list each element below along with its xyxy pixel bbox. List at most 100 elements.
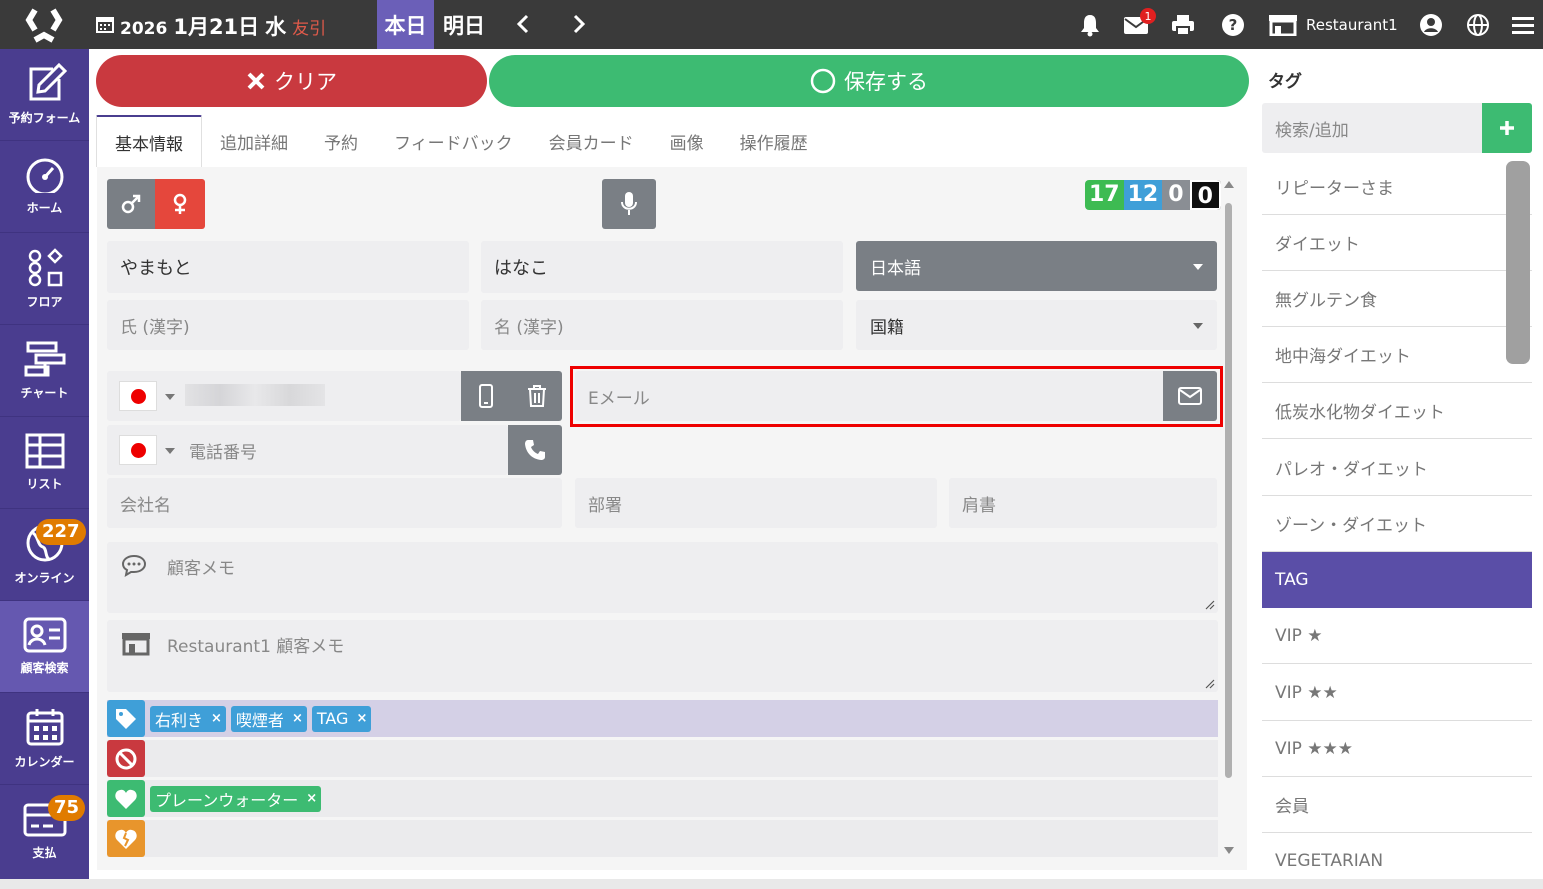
nav-chart[interactable]: チャート	[0, 325, 89, 417]
remove-tag-icon[interactable]: ×	[306, 791, 317, 806]
nav-label: カレンダー	[14, 755, 75, 769]
list-table-icon	[25, 433, 64, 469]
tag-list-item[interactable]: 低炭水化物ダイエット	[1262, 383, 1532, 439]
tab-basic-info[interactable]: 基本情報	[96, 115, 202, 167]
customer-memo-field[interactable]: 顧客メモ	[107, 542, 1218, 613]
date-display[interactable]: 2026 1月21日 水 友引	[120, 11, 326, 39]
user-icon[interactable]	[1416, 10, 1446, 40]
first-name-kanji-field[interactable]: 名 (漢字)	[481, 300, 843, 350]
tag-list-item[interactable]: 地中海ダイエット	[1262, 327, 1532, 383]
tag-chip[interactable]: 右利き ×	[150, 705, 226, 732]
clear-button[interactable]: クリア	[96, 55, 487, 107]
tag-chip[interactable]: 喫煙者 ×	[230, 705, 307, 732]
nav-online[interactable]: オンライン 227	[0, 509, 89, 601]
resize-handle-icon[interactable]	[1205, 600, 1215, 610]
nav-list[interactable]: リスト	[0, 417, 89, 509]
tag-list-item[interactable]: VIP ★★★	[1262, 721, 1532, 777]
company-field[interactable]: 会社名	[107, 478, 562, 528]
call-phone-button[interactable]	[508, 425, 562, 475]
mail-icon[interactable]: 1	[1120, 8, 1156, 40]
notification-bell-icon[interactable]	[1076, 10, 1104, 40]
prev-day-button[interactable]	[508, 8, 538, 40]
tag-list-item[interactable]: VEGETARIAN	[1262, 833, 1532, 889]
likes-row[interactable]: プレーンウォーター ×	[107, 780, 1218, 817]
flag-japan-icon[interactable]	[119, 381, 157, 411]
tab-member-card[interactable]: 会員カード	[531, 115, 652, 167]
save-label: 保存する	[844, 70, 928, 94]
help-icon[interactable]: ?	[1218, 10, 1248, 40]
nav-payment[interactable]: 支払 75	[0, 785, 89, 877]
menu-hamburger-icon[interactable]	[1508, 10, 1538, 40]
like-chip[interactable]: プレーンウォーター ×	[150, 785, 322, 812]
first-name-kana-field[interactable]: はなこ	[481, 241, 843, 293]
date-year: 2026	[120, 19, 168, 39]
resize-handle-icon[interactable]	[1205, 679, 1215, 689]
nationality-select[interactable]: 国籍	[856, 300, 1217, 350]
store-memo-placeholder: Restaurant1 顧客メモ	[167, 637, 345, 657]
scrollbar-thumb[interactable]	[1225, 203, 1232, 778]
job-title-field[interactable]: 肩書	[949, 478, 1217, 528]
tag-list-item[interactable]: VIP ★★	[1262, 665, 1532, 721]
calendar-icon	[94, 12, 116, 36]
language-select[interactable]: 日本語	[856, 241, 1217, 291]
calendar-icon	[26, 709, 63, 746]
tab-feedback[interactable]: フィードバック	[376, 115, 531, 167]
form-scrollbar[interactable]	[1223, 181, 1235, 871]
tab-images[interactable]: 画像	[652, 115, 722, 167]
add-tag-button[interactable]	[1482, 103, 1532, 153]
female-icon	[173, 193, 187, 214]
dislikes-row[interactable]	[107, 820, 1218, 857]
last-name-kana-field[interactable]: やまもと	[107, 241, 469, 293]
department-field[interactable]: 部署	[575, 478, 937, 528]
remove-tag-icon[interactable]: ×	[292, 711, 303, 726]
send-email-button[interactable]	[1163, 371, 1217, 421]
remove-tag-icon[interactable]: ×	[211, 711, 222, 726]
email-field[interactable]: Eメール	[575, 371, 1163, 421]
tag-search-input[interactable]: 検索/追加	[1262, 103, 1482, 153]
male-button[interactable]	[107, 179, 155, 229]
tomorrow-button[interactable]: 明日	[434, 0, 494, 49]
scroll-down-icon[interactable]	[1224, 847, 1234, 854]
nav-reservation-form[interactable]: 予約フォーム	[0, 49, 89, 141]
svg-text:?: ?	[1229, 16, 1238, 34]
tag-list-scrollbar-thumb[interactable]	[1506, 161, 1530, 364]
ng-row[interactable]	[107, 740, 1218, 777]
tag-list-item[interactable]: 無グルテン食	[1262, 271, 1532, 327]
nav-customer-search[interactable]: 顧客検索	[0, 601, 89, 693]
flag-japan-icon[interactable]	[119, 435, 157, 465]
nav-floor[interactable]: フロア	[0, 233, 89, 325]
today-button[interactable]: 本日	[377, 0, 434, 49]
tab-additional-details[interactable]: 追加詳細	[202, 115, 306, 167]
language-globe-icon[interactable]	[1463, 10, 1493, 40]
app-logo-icon[interactable]	[22, 5, 66, 45]
store-memo-field[interactable]: Restaurant1 顧客メモ	[107, 620, 1218, 692]
tags-row[interactable]: 右利き × 喫煙者 × TAG ×	[107, 700, 1218, 737]
delete-phone-button[interactable]	[511, 371, 562, 421]
comment-icon	[121, 554, 147, 578]
tag-list-item[interactable]: 会員	[1262, 777, 1532, 833]
remove-tag-icon[interactable]: ×	[356, 711, 367, 726]
nav-calendar[interactable]: カレンダー	[0, 693, 89, 785]
nav-home[interactable]: ホーム	[0, 141, 89, 233]
phone-field[interactable]: 電話番号	[107, 425, 508, 475]
mobile-type-button[interactable]	[461, 371, 511, 421]
nav-label: ホーム	[26, 201, 63, 215]
scroll-up-icon[interactable]	[1224, 181, 1234, 188]
tag-chip[interactable]: TAG ×	[311, 705, 372, 732]
voice-input-button[interactable]	[602, 179, 656, 229]
tab-history[interactable]: 操作履歴	[722, 115, 826, 167]
tag-list-item-selected[interactable]: TAG	[1262, 552, 1532, 608]
female-button[interactable]	[155, 179, 205, 229]
tab-reservations[interactable]: 予約	[306, 115, 376, 167]
tag-list-item[interactable]: パレオ・ダイエット	[1262, 440, 1532, 496]
print-icon[interactable]	[1168, 10, 1198, 40]
last-name-kanji-field[interactable]: 氏 (漢字)	[107, 300, 469, 350]
tag-list-item[interactable]: ゾーン・ダイエット	[1262, 496, 1532, 552]
tag-list-item[interactable]: ダイエット	[1262, 215, 1532, 271]
mobile-phone-field[interactable]	[107, 371, 461, 421]
tag-list-item[interactable]: VIP ★	[1262, 608, 1532, 664]
tag-list-item[interactable]: リピーターさま	[1262, 159, 1532, 215]
save-button[interactable]: 保存する	[489, 55, 1249, 107]
next-day-button[interactable]	[564, 8, 594, 40]
restaurant-selector[interactable]: Restaurant1	[1268, 12, 1398, 38]
